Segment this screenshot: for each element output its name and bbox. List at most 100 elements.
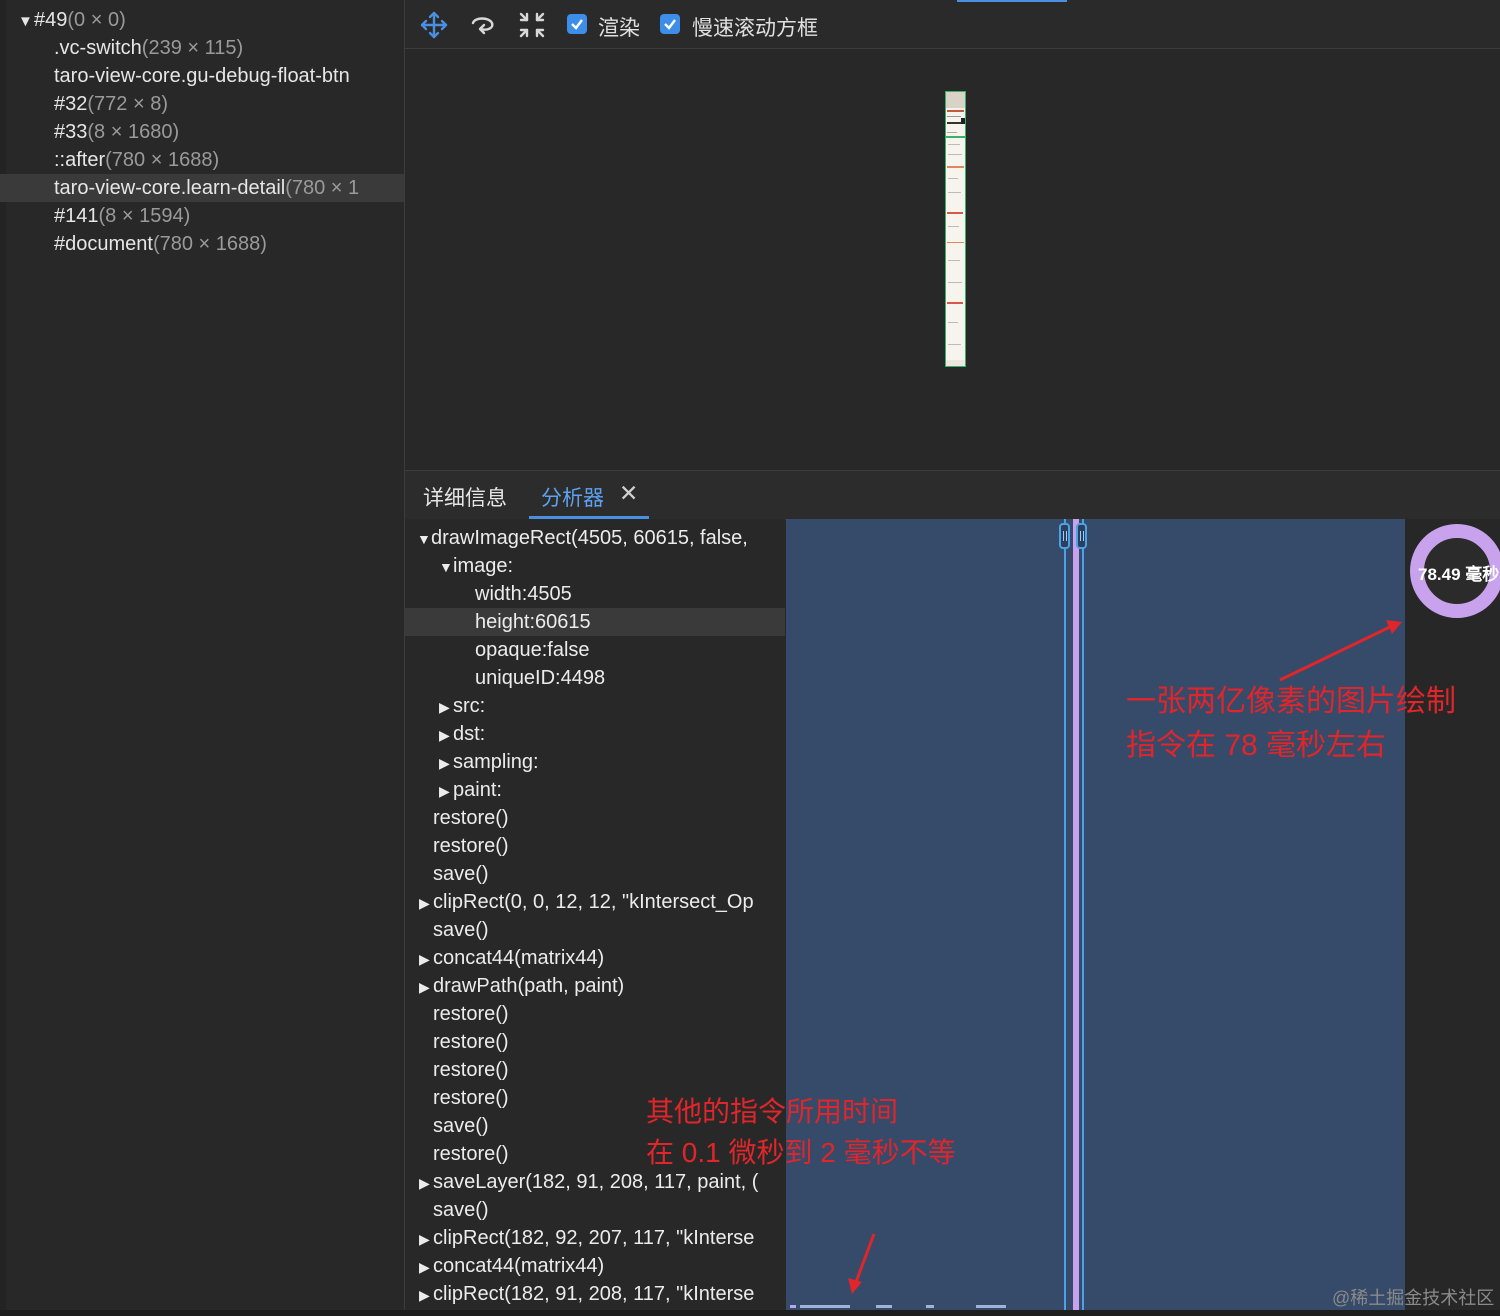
command-text: dst:: [453, 723, 486, 745]
layer-tree-row[interactable]: #32(772 × 8): [0, 90, 404, 118]
command-row[interactable]: opaque:false: [405, 636, 785, 664]
timeline-range-start: [1064, 519, 1066, 1310]
expand-triangle-icon[interactable]: ▶: [419, 889, 433, 916]
layer-size: (780 × 1688): [152, 233, 267, 255]
command-row[interactable]: ▶ clipRect(182, 91, 208, 117, "kInterse: [405, 1280, 785, 1308]
command-text: concat44(matrix44): [433, 947, 605, 969]
command-row[interactable]: ▶ clipRect(0, 0, 12, 12, "kIntersect_Op: [405, 888, 785, 916]
command-row[interactable]: restore(): [405, 1056, 785, 1084]
command-text: paint:: [453, 779, 502, 801]
expand-triangle-icon[interactable]: ▶: [419, 1225, 433, 1252]
layer-tree-row[interactable]: #document(780 × 1688): [0, 230, 404, 258]
layer-tree-row[interactable]: taro-view-core.gu-debug-float-btn: [0, 62, 404, 90]
command-row[interactable]: width:4505: [405, 580, 785, 608]
expand-triangle-icon[interactable]: ▶: [439, 693, 453, 720]
page-thumbnail: [945, 91, 966, 367]
timeline-tick: [876, 1305, 892, 1308]
donut-area: [1405, 519, 1500, 1310]
preview-viewport[interactable]: [405, 49, 1500, 469]
layer-size: (8 × 1680): [87, 121, 180, 143]
expand-triangle-icon[interactable]: ▶: [439, 721, 453, 748]
layer-tree-row[interactable]: taro-view-core.learn-detail(780 × 1: [0, 174, 404, 202]
command-text: drawImageRect(4505, 60615, false,: [431, 527, 748, 549]
command-text: concat44(matrix44): [433, 1255, 605, 1277]
annotation-top-line1: 一张两亿像素的图片绘制: [1126, 685, 1456, 718]
toolbar-accent: [957, 0, 1067, 2]
command-text: drawPath(path, paint): [433, 975, 625, 997]
command-row[interactable]: ▶ sampling:: [405, 748, 785, 776]
layer-tree-row[interactable]: ▼#49(0 × 0): [0, 6, 404, 34]
command-text: clipRect(182, 91, 208, 117, "kInterse: [433, 1283, 755, 1305]
command-row[interactable]: ▶ drawPath(path, paint): [405, 972, 785, 1000]
layer-name: ::after: [54, 149, 106, 171]
command-text: restore(): [433, 1087, 509, 1109]
slow-scroll-checkbox[interactable]: [660, 14, 680, 34]
expand-triangle-icon[interactable]: ▶: [419, 973, 433, 1000]
command-text: restore(): [433, 1031, 509, 1053]
command-row[interactable]: ▶ concat44(matrix44): [405, 1252, 785, 1280]
annotation-bottom-line2: 在 0.1 微秒到 2 毫秒不等: [646, 1137, 956, 1168]
command-row[interactable]: ▶ dst:: [405, 720, 785, 748]
layer-name: .vc-switch: [54, 37, 142, 59]
command-list: ▼drawImageRect(4505, 60615, false, ▼image…: [405, 519, 785, 1310]
detail-tabbar: 详细信息 分析器 ✕: [405, 470, 1500, 520]
render-checkbox[interactable]: [567, 14, 587, 34]
command-row[interactable]: save(): [405, 916, 785, 944]
render-checkbox-label[interactable]: 渲染: [598, 12, 640, 42]
timeline-range-end: [1082, 519, 1084, 1310]
command-row[interactable]: ▼image:: [405, 552, 785, 580]
rotate-icon[interactable]: [467, 10, 497, 40]
command-row[interactable]: restore(): [405, 832, 785, 860]
tab-details[interactable]: 详细信息: [423, 482, 507, 512]
tab-profiler[interactable]: 分析器: [541, 482, 604, 512]
command-row[interactable]: restore(): [405, 1000, 785, 1028]
expand-triangle-icon[interactable]: ▶: [419, 1253, 433, 1280]
expand-triangle-icon[interactable]: ▶: [439, 749, 453, 776]
layer-tree-row[interactable]: .vc-switch(239 × 115): [0, 34, 404, 62]
expand-triangle-icon[interactable]: ▶: [419, 1281, 433, 1308]
command-row[interactable]: uniqueID:4498: [405, 664, 785, 692]
slow-scroll-checkbox-label[interactable]: 慢速滚动方框: [692, 12, 818, 42]
command-row[interactable]: save(): [405, 1196, 785, 1224]
timeline-tick: [800, 1305, 850, 1308]
range-end-handle[interactable]: [1076, 523, 1087, 549]
collapse-triangle-icon[interactable]: ▼: [417, 525, 431, 552]
command-row[interactable]: restore(): [405, 1028, 785, 1056]
layer-tree-row[interactable]: #33(8 × 1680): [0, 118, 404, 146]
layer-tree-row[interactable]: #141(8 × 1594): [0, 202, 404, 230]
command-row[interactable]: ▼drawImageRect(4505, 60615, false,: [405, 524, 785, 552]
command-text: save(): [433, 1115, 489, 1137]
layer-name: taro-view-core.learn-detail: [54, 177, 286, 199]
profiler-timeline[interactable]: [786, 519, 1405, 1310]
command-text: height:60615: [475, 611, 591, 633]
layer-tree-panel: ▼#49(0 × 0) .vc-switch(239 × 115) taro-vie…: [0, 0, 405, 1310]
command-text: opaque:false: [475, 639, 590, 661]
timeline-tick: [790, 1305, 796, 1308]
layer-size: (8 × 1594): [98, 205, 191, 227]
command-row[interactable]: ▶ clipRect(182, 92, 207, 117, "kInterse: [405, 1224, 785, 1252]
expand-triangle-icon[interactable]: ▶: [419, 945, 433, 972]
collapse-triangle-icon[interactable]: ▼: [439, 553, 453, 580]
command-row[interactable]: ▶ concat44(matrix44): [405, 944, 785, 972]
expand-triangle-icon[interactable]: ▼: [18, 8, 34, 34]
command-text: uniqueID:4498: [475, 667, 606, 689]
command-text: sampling:: [453, 751, 539, 773]
timeline-tick: [976, 1305, 1006, 1308]
command-row[interactable]: height:60615: [405, 608, 785, 636]
command-row[interactable]: ▶ paint:: [405, 776, 785, 804]
layer-size: (239 × 115): [141, 37, 244, 59]
command-text: width:4505: [475, 583, 572, 605]
command-text: save(): [433, 1199, 489, 1221]
move-icon[interactable]: [419, 10, 449, 40]
command-row[interactable]: ▶ src:: [405, 692, 785, 720]
timeline-highlight-bar: [1073, 519, 1079, 1310]
expand-triangle-icon[interactable]: ▶: [419, 1169, 433, 1196]
command-row[interactable]: save(): [405, 860, 785, 888]
checkmark-icon: [664, 19, 676, 30]
expand-triangle-icon[interactable]: ▶: [439, 777, 453, 804]
close-tab-icon[interactable]: ✕: [619, 480, 638, 507]
fit-icon[interactable]: [517, 10, 547, 40]
command-row[interactable]: restore(): [405, 804, 785, 832]
layer-tree-row[interactable]: ::after(780 × 1688): [0, 146, 404, 174]
range-start-handle[interactable]: [1059, 523, 1070, 549]
